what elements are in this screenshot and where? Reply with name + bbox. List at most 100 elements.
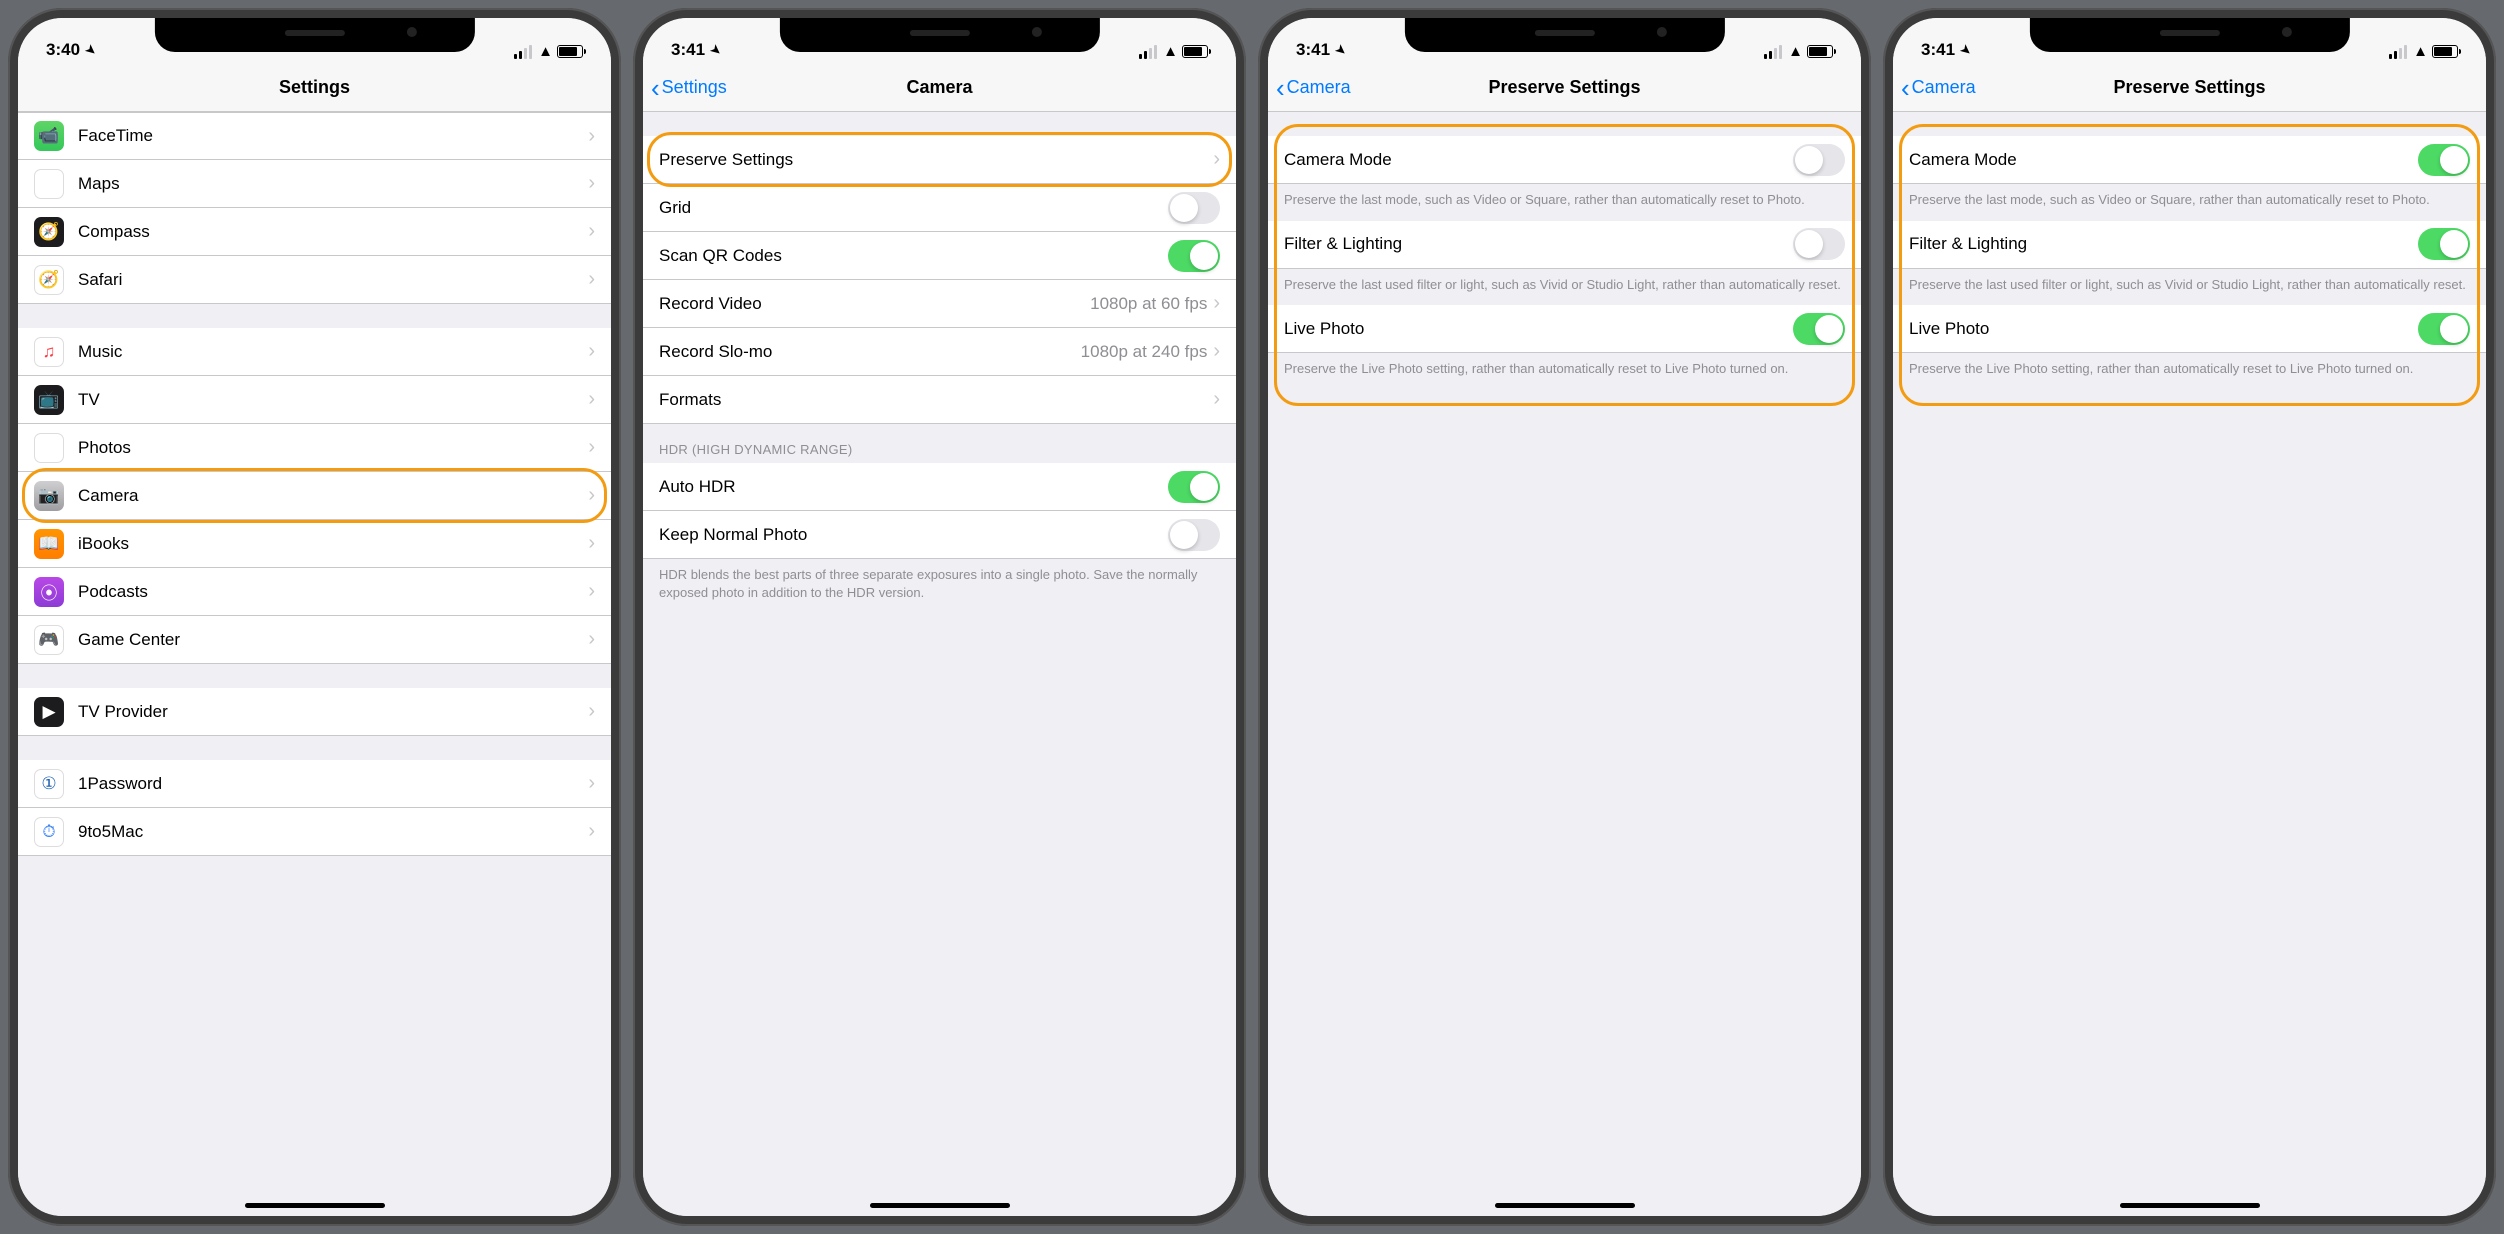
camera-settings[interactable]: Preserve Settings › Grid Scan QR Codes R… <box>643 112 1236 1216</box>
row-formats[interactable]: Formats › <box>643 376 1236 424</box>
location-arrow-icon: ➤ <box>83 41 100 58</box>
row-label: Camera <box>78 486 588 506</box>
switch-live-photo[interactable] <box>2418 313 2470 345</box>
row-camera-mode[interactable]: Camera Mode <box>1268 136 1861 184</box>
row-safari[interactable]: 🧭Safari› <box>18 256 611 304</box>
row-live-photo[interactable]: Live Photo <box>1893 305 2486 353</box>
row-podcasts[interactable]: ⦿Podcasts› <box>18 568 611 616</box>
settings-list[interactable]: 📹FaceTime›🗺Maps›🧭Compass›🧭Safari› ♫Music›… <box>18 112 611 1216</box>
podcasts-icon: ⦿ <box>34 577 64 607</box>
row-record-video[interactable]: Record Video 1080p at 60 fps › <box>643 280 1236 328</box>
row-auto-hdr[interactable]: Auto HDR <box>643 463 1236 511</box>
row-label: Photos <box>78 438 588 458</box>
row-label: Auto HDR <box>659 477 1168 497</box>
row-tvprovider[interactable]: ▶TV Provider› <box>18 688 611 736</box>
row-grid[interactable]: Grid <box>643 184 1236 232</box>
signal-icon <box>1764 45 1782 59</box>
music-icon: ♫ <box>34 337 64 367</box>
row-compass[interactable]: 🧭Compass› <box>18 208 611 256</box>
switch-auto-hdr[interactable] <box>1168 471 1220 503</box>
chevron-right-icon: › <box>588 628 595 651</box>
chevron-right-icon: › <box>588 340 595 363</box>
switch-keep-normal[interactable] <box>1168 519 1220 551</box>
chevron-right-icon: › <box>588 125 595 148</box>
row-label: Scan QR Codes <box>659 246 1168 266</box>
ibooks-icon: 📖 <box>34 529 64 559</box>
phone-camera: 3:41➤ ▲ ‹Settings Camera Preserve Settin… <box>633 8 1246 1226</box>
tv-icon: 📺 <box>34 385 64 415</box>
preserve-settings[interactable]: Camera Mode Preserve the last mode, such… <box>1893 112 2486 1216</box>
group-footer-hdr: HDR blends the best parts of three separ… <box>643 559 1236 613</box>
signal-icon <box>2389 45 2407 59</box>
nav-bar: Settings <box>18 64 611 112</box>
back-label: Camera <box>1912 77 1976 98</box>
row-label: FaceTime <box>78 126 588 146</box>
chevron-right-icon: › <box>588 268 595 291</box>
row-tv[interactable]: 📺TV› <box>18 376 611 424</box>
row-live-photo[interactable]: Live Photo <box>1268 305 1861 353</box>
maps-icon: 🗺 <box>34 169 64 199</box>
desc-live-photo: Preserve the Live Photo setting, rather … <box>1893 353 2486 390</box>
row-camera[interactable]: 📷Camera› <box>18 472 611 520</box>
chevron-left-icon: ‹ <box>1276 75 1285 101</box>
chevron-right-icon: › <box>588 220 595 243</box>
row-onepassword[interactable]: ①1Password› <box>18 760 611 808</box>
switch-qr[interactable] <box>1168 240 1220 272</box>
row-label: Safari <box>78 270 588 290</box>
row-preserve-settings[interactable]: Preserve Settings › <box>643 136 1236 184</box>
back-label: Camera <box>1287 77 1351 98</box>
back-label: Settings <box>662 77 727 98</box>
row-label: Preserve Settings <box>659 150 1213 170</box>
home-indicator[interactable] <box>2120 1203 2260 1208</box>
row-photos[interactable]: ✿Photos› <box>18 424 611 472</box>
notch <box>779 18 1099 52</box>
back-button[interactable]: ‹Settings <box>651 75 727 101</box>
desc-live-photo: Preserve the Live Photo setting, rather … <box>1268 353 1861 390</box>
row-label: Record Slo-mo <box>659 342 1081 362</box>
row-music[interactable]: ♫Music› <box>18 328 611 376</box>
phone-preserve-b: 3:41➤ ▲ ‹Camera Preserve Settings Camera… <box>1883 8 2496 1226</box>
row-ibooks[interactable]: 📖iBooks› <box>18 520 611 568</box>
preserve-settings[interactable]: Camera Mode Preserve the last mode, such… <box>1268 112 1861 1216</box>
gamecenter-icon: 🎮 <box>34 625 64 655</box>
back-button[interactable]: ‹Camera <box>1276 75 1351 101</box>
row-record-slomo[interactable]: Record Slo-mo 1080p at 240 fps › <box>643 328 1236 376</box>
switch-filter-lighting[interactable] <box>2418 228 2470 260</box>
chevron-right-icon: › <box>588 820 595 843</box>
onepassword-icon: ① <box>34 769 64 799</box>
signal-icon <box>1139 45 1157 59</box>
row-ninetofive[interactable]: ⏱9to5Mac› <box>18 808 611 856</box>
phone-preserve-a: 3:41➤ ▲ ‹Camera Preserve Settings Camera… <box>1258 8 1871 1226</box>
home-indicator[interactable] <box>870 1203 1010 1208</box>
chevron-right-icon: › <box>588 700 595 723</box>
row-gamecenter[interactable]: 🎮Game Center› <box>18 616 611 664</box>
switch-grid[interactable] <box>1168 192 1220 224</box>
home-indicator[interactable] <box>1495 1203 1635 1208</box>
status-time: 3:41 <box>671 40 705 60</box>
switch-filter-lighting[interactable] <box>1793 228 1845 260</box>
row-value: 1080p at 60 fps <box>1090 294 1207 314</box>
chevron-right-icon: › <box>588 772 595 795</box>
row-maps[interactable]: 🗺Maps› <box>18 160 611 208</box>
switch-camera-mode[interactable] <box>2418 144 2470 176</box>
row-facetime[interactable]: 📹FaceTime› <box>18 112 611 160</box>
notch <box>1404 18 1724 52</box>
desc-filter-lighting: Preserve the last used filter or light, … <box>1268 269 1861 306</box>
home-indicator[interactable] <box>245 1203 385 1208</box>
wifi-icon: ▲ <box>538 43 553 60</box>
row-camera-mode[interactable]: Camera Mode <box>1893 136 2486 184</box>
back-button[interactable]: ‹Camera <box>1901 75 1976 101</box>
camera-icon: 📷 <box>34 481 64 511</box>
location-arrow-icon: ➤ <box>1333 41 1350 58</box>
tvprovider-icon: ▶ <box>34 697 64 727</box>
switch-camera-mode[interactable] <box>1793 144 1845 176</box>
row-keep-normal[interactable]: Keep Normal Photo <box>643 511 1236 559</box>
chevron-right-icon: › <box>588 388 595 411</box>
row-filter-lighting[interactable]: Filter & Lighting <box>1268 221 1861 269</box>
row-label: Record Video <box>659 294 1090 314</box>
row-filter-lighting[interactable]: Filter & Lighting <box>1893 221 2486 269</box>
switch-live-photo[interactable] <box>1793 313 1845 345</box>
row-label: Filter & Lighting <box>1909 234 2418 254</box>
row-scan-qr[interactable]: Scan QR Codes <box>643 232 1236 280</box>
signal-icon <box>514 45 532 59</box>
